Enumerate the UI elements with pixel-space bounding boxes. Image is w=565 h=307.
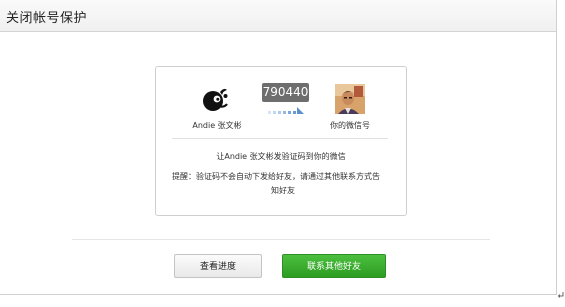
reminder-line-1: 提醒：验证码不会自动下发给好友，请通过其他联系方式告 [172,172,380,181]
friend-avatar [203,88,228,111]
reminder-text: 提醒：验证码不会自动下发给好友，请通过其他联系方式告 知好友 [172,170,394,198]
friend-name: Andie 张文彬 [192,121,242,130]
transfer-arrow-icon [268,107,304,114]
footer-divider [72,239,490,240]
close-account-protection-page: 关闭帐号保护 Andie 张文彬 790440 你的微信号 让Andie 张文彬… [0,0,565,307]
frame-border-right [556,0,557,294]
frame-border-bottom [0,294,557,295]
contact-other-friends-button[interactable]: 联系其他好友 [282,254,386,278]
view-progress-button[interactable]: 查看进度 [174,254,262,278]
wechat-user-avatar [335,84,365,114]
send-code-instruction: 让Andie 张文彬发验证码到你的微信 [216,152,346,161]
return-mark-icon [557,292,564,298]
verification-code-badge: 790440 [262,83,309,102]
your-wechat-label: 你的微信号 [330,121,370,130]
title-bar: 关闭帐号保护 [0,0,556,32]
card-divider [172,138,388,139]
reminder-line-2: 知好友 [271,186,295,195]
page-title: 关闭帐号保护 [6,11,88,26]
